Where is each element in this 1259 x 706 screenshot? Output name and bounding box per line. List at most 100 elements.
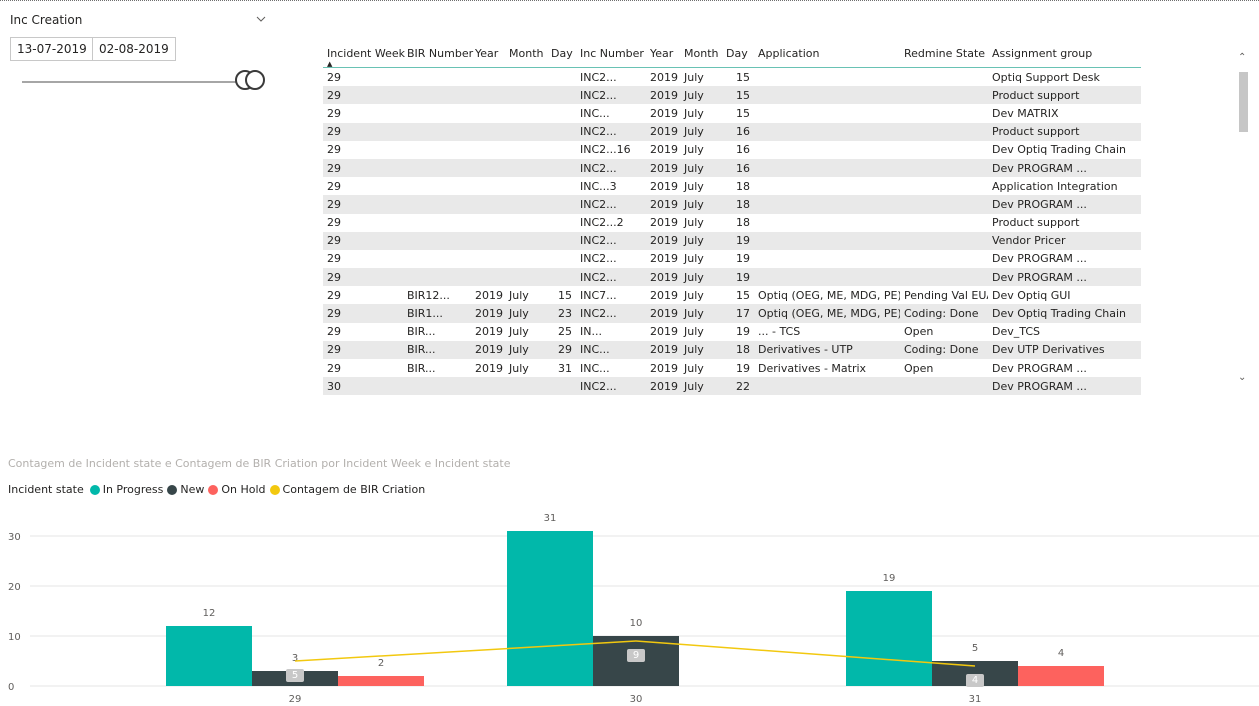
table-cell — [547, 122, 576, 141]
table-cell: BIR... — [407, 325, 436, 339]
date-range-slider-track[interactable] — [22, 81, 250, 83]
table-cell — [471, 395, 505, 396]
table-row[interactable]: 29 BIR... 2019 July 29 INC... 2019 July 18 Deriva… — [323, 340, 1141, 359]
table-row[interactable]: 29 BIR12... 2019 July 15 INC7... 2019 July 15 Opt… — [323, 286, 1141, 304]
table-cell: July — [505, 304, 547, 323]
bar — [507, 531, 593, 686]
table-cell — [471, 158, 505, 178]
table-cell: 29 — [327, 70, 341, 84]
column-header[interactable]: Incident Week — [323, 40, 405, 68]
table-cell: Dev Optiq Trading Chain — [992, 143, 1127, 157]
end-date-input[interactable]: 02-08-2019 — [92, 37, 176, 61]
table-cell: 29 — [323, 158, 403, 178]
table-cell — [403, 158, 471, 178]
page-top-border — [0, 0, 1259, 1]
table-row[interactable]: 29 INC2...16 2019 July 16 Dev Optiq Trading C… — [323, 141, 1141, 159]
column-header[interactable]: Day — [547, 40, 576, 68]
table-cell: 19 — [736, 325, 750, 339]
table-cell: 23 — [547, 304, 576, 323]
table-cell: 16 — [722, 158, 754, 178]
table-cell: ... - TCS — [758, 325, 801, 339]
table-cell — [547, 214, 576, 232]
table-row[interactable]: 29 INC2... 2019 July 19 Dev PROGRAM ... — [323, 250, 1141, 268]
table-cell: 2019 — [650, 70, 678, 84]
legend-item-on-hold[interactable]: On Hold — [208, 483, 266, 496]
column-header[interactable]: Month — [505, 40, 547, 68]
table-row[interactable]: 29 INC2... 2019 July 16 Product support — [323, 122, 1141, 141]
table-cell: Derivatives - UTP — [754, 340, 900, 359]
table-cell: July — [684, 325, 704, 339]
bar — [1018, 666, 1104, 686]
table-cell: 15 — [736, 106, 750, 120]
table-cell — [547, 104, 576, 122]
table-cell: 2019 — [475, 325, 503, 339]
scroll-down-icon[interactable]: ⌄ — [1238, 372, 1246, 383]
table-cell: INC2... — [576, 395, 646, 396]
table-cell: INC2... — [580, 70, 617, 84]
legend-item-bir-creation[interactable]: Contagem de BIR Criation — [269, 483, 425, 496]
table-row[interactable]: 29 INC2... 2019 July 15 Product support — [323, 86, 1141, 105]
slider-end-handle[interactable] — [245, 70, 265, 90]
table-cell: July — [684, 179, 704, 193]
column-header[interactable]: Year — [646, 40, 680, 68]
column-header[interactable]: Assignment group — [988, 40, 1141, 68]
legend-item-new[interactable]: New — [167, 483, 204, 496]
table-cell: July — [509, 361, 529, 375]
table-row[interactable]: 29 INC... 2019 July 15 Dev MATRIX — [323, 104, 1141, 122]
table-cell: 29 — [323, 195, 403, 214]
legend-item-in-progress[interactable]: In Progress — [89, 483, 163, 496]
table-cell — [754, 395, 900, 396]
chevron-down-icon[interactable] — [256, 14, 266, 24]
table-row[interactable]: 29 INC2... 2019 July 18 Dev PROGRAM ... — [323, 195, 1141, 214]
column-header[interactable]: Year — [471, 40, 505, 68]
table-cell: 29 — [323, 268, 403, 287]
table-cell: Coding: Done — [900, 304, 988, 323]
table-row[interactable]: 29 INC2...2 2019 July 18 Product support — [323, 214, 1141, 232]
table-row[interactable]: 29 INC2... 2019 July 16 Dev PROGRAM ... — [323, 158, 1141, 178]
table-cell: 2019 — [650, 179, 678, 193]
table-cell: 2019 — [475, 361, 503, 375]
table-row[interactable]: 29 INC2... 2019 July 19 Dev PROGRAM ... — [323, 268, 1141, 287]
table-cell: 2019 — [650, 216, 678, 230]
table-cell — [900, 141, 988, 159]
table-row[interactable]: 29 BIR... 2019 July 31 INC... 2019 July 19 Deriva… — [323, 359, 1141, 377]
slicer-title: Inc Creation — [10, 13, 83, 27]
table-cell — [505, 122, 547, 141]
table-cell: Dev UTP Derivatives — [988, 340, 1141, 359]
column-header[interactable]: Month — [680, 40, 722, 68]
legend-label: New — [180, 483, 205, 496]
table-cell — [471, 214, 505, 232]
table-cell — [403, 141, 471, 159]
table-cell: 29 — [327, 179, 341, 193]
table-cell: 16 — [722, 122, 754, 141]
start-date-input[interactable]: 13-07-2019 — [10, 37, 94, 61]
column-header[interactable]: Day — [722, 40, 754, 68]
data-label: 2 — [378, 658, 384, 669]
x-tick-label: 30 — [630, 694, 643, 705]
table-row[interactable]: 29 BIR1... 2019 July 23 INC2... 2019 July 17 Opti… — [323, 304, 1141, 323]
table-cell: July — [684, 143, 704, 157]
table-cell: Derivatives - Matrix — [758, 361, 867, 375]
table-cell: 2019 — [650, 143, 678, 157]
column-header[interactable]: Application — [754, 40, 900, 68]
table-cell — [754, 122, 900, 141]
table-row[interactable]: 29 INC...3 2019 July 18 Application Integrati… — [323, 177, 1141, 195]
table-cell — [403, 195, 471, 214]
table-cell — [900, 177, 988, 195]
table-row[interactable]: 30 INC2...2019July22 Dev PROGRAM ... — [323, 395, 1141, 396]
table-row[interactable]: 30 INC2...2019July22 Dev PROGRAM ... — [323, 377, 1141, 396]
table-cell — [754, 268, 900, 287]
table-cell: INC2... — [580, 252, 617, 266]
column-header[interactable]: BIR Number — [403, 40, 473, 68]
column-header[interactable]: Inc Number — [576, 40, 646, 68]
scroll-up-icon[interactable]: ⌃ — [1238, 52, 1246, 63]
table-cell: Dev PROGRAM ... — [992, 361, 1087, 375]
table-cell: July — [680, 122, 722, 141]
table-row[interactable]: 29 INC2... 2019 July 15 Optiq Support Desk — [323, 68, 1141, 87]
table-row[interactable]: 29 BIR... 2019 July 25 IN... 2019 July 19 ... - T… — [323, 323, 1141, 341]
table-row[interactable]: 29 INC2... 2019 July 19 Vendor Pricer — [323, 231, 1141, 250]
table-cell: Open — [904, 325, 934, 339]
column-header[interactable]: Redmine State — [900, 40, 988, 68]
table-cell — [754, 141, 900, 159]
scrollbar-thumb[interactable] — [1239, 72, 1248, 132]
